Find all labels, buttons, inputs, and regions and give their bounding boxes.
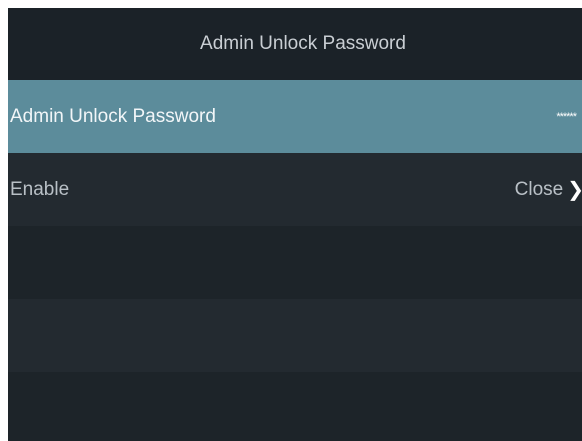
masked-password-value: ******	[556, 110, 577, 123]
empty-row	[8, 372, 582, 441]
enable-status-value: Close	[514, 178, 564, 200]
page-title: Admin Unlock Password	[8, 8, 582, 80]
setting-row-admin-unlock-password[interactable]: Admin Unlock Password ******	[8, 80, 582, 153]
empty-row	[8, 299, 582, 372]
device-screen: Admin Unlock Password Admin Unlock Passw…	[8, 8, 582, 441]
setting-row-enable[interactable]: Enable Close ❯	[8, 153, 582, 226]
chevron-right-icon: ❯	[567, 177, 582, 202]
empty-row	[8, 226, 582, 299]
setting-label: Enable	[10, 178, 70, 200]
setting-label: Admin Unlock Password	[10, 105, 216, 127]
setting-value-container: Close ❯	[515, 177, 582, 202]
